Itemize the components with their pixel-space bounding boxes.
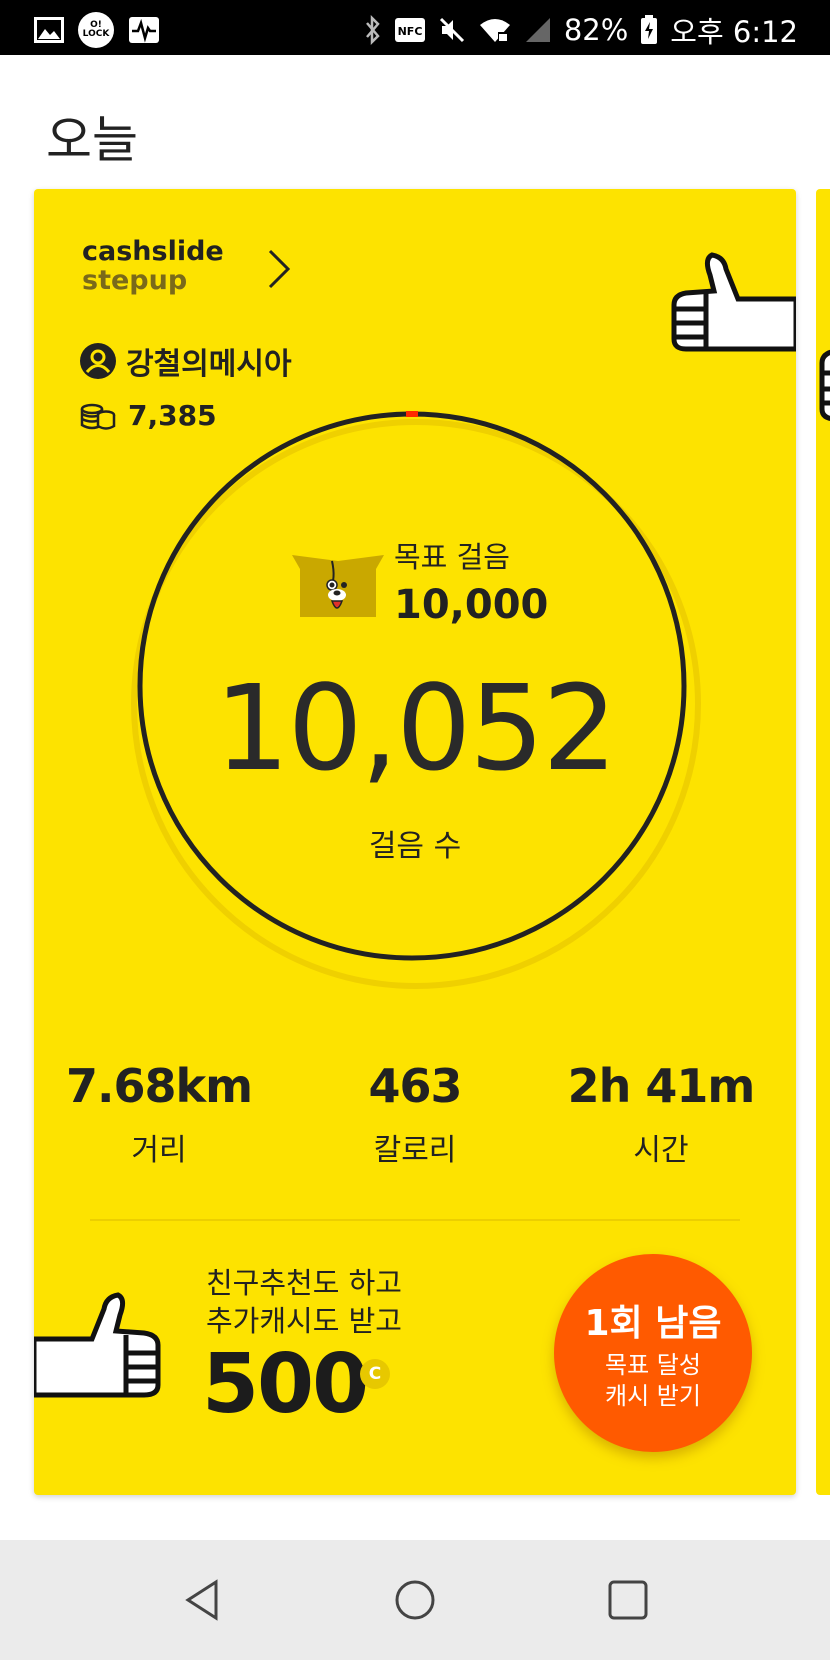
stat-label: 시간 [633, 1133, 689, 1168]
reward-line2: 캐시 받기 [605, 1382, 701, 1410]
goal-value: 10,000 [394, 582, 549, 628]
user-avatar-icon [80, 343, 116, 379]
wifi-icon [478, 16, 512, 44]
navigation-bar [0, 1540, 830, 1660]
goal-label: 목표 걸음 [394, 540, 510, 574]
thumbs-up-icon [34, 1292, 161, 1398]
stat-label: 거리 [131, 1133, 187, 1168]
back-triangle-icon [185, 1579, 218, 1621]
promo-text[interactable]: 친구추천도 하고 추가캐시도 받고 [206, 1264, 402, 1340]
claim-reward-button[interactable]: 1회 남음 목표 달성 캐시 받기 [554, 1254, 752, 1452]
home-button[interactable] [385, 1570, 445, 1630]
stat-distance: 7.68km 거리 [34, 1059, 284, 1169]
olock-icon: O! LOCK [78, 12, 114, 48]
mute-icon [438, 16, 466, 44]
page-title: 오늘 [46, 111, 138, 169]
reward-line1: 목표 달성 [605, 1351, 701, 1379]
promo-line2: 추가캐시도 받고 [206, 1304, 402, 1338]
thumbs-up-icon [671, 252, 796, 352]
svg-text:NFC: NFC [397, 25, 422, 38]
coins-icon [80, 403, 116, 430]
battery-icon [640, 15, 658, 45]
home-circle-icon [395, 1580, 435, 1620]
brand-logo[interactable]: cashslide stepup [82, 237, 224, 295]
dog-mascot-icon [292, 555, 384, 617]
brand-line2: stepup [82, 265, 188, 296]
stat-value: 463 [368, 1059, 462, 1113]
stat-value: 7.68km [65, 1059, 253, 1113]
clock: 오후 6:12 [670, 15, 798, 49]
user-name: 강철의메시아 [126, 347, 292, 382]
brand-line1: cashslide [82, 236, 224, 267]
status-bar: O! LOCK NFC 82% 오후 6:12 [0, 0, 830, 55]
back-button[interactable] [172, 1570, 232, 1630]
reward-remaining: 1회 남음 [584, 1303, 722, 1344]
promo-line1: 친구추천도 하고 [206, 1266, 402, 1300]
activity-icon [128, 16, 160, 44]
user-row: 강철의메시아 [80, 339, 292, 383]
nfc-icon: NFC [394, 17, 426, 43]
thumbs-up-icon [819, 349, 830, 421]
divider [90, 1219, 740, 1221]
stat-time: 2h 41m 시간 [536, 1059, 786, 1169]
chevron-right-icon[interactable] [264, 247, 294, 291]
cash-coin-icon: C [360, 1359, 390, 1389]
recents-square-icon [608, 1580, 648, 1620]
step-count-label: 걸음 수 [368, 829, 462, 864]
stat-value: 2h 41m [567, 1059, 756, 1113]
battery-percent: 82% [563, 13, 629, 47]
gallery-icon [34, 17, 64, 43]
recents-button[interactable] [598, 1570, 658, 1630]
stat-label: 칼로리 [373, 1133, 457, 1168]
next-card-peek[interactable] [816, 189, 830, 1495]
promo-amount[interactable]: 500 [202, 1337, 369, 1432]
signal-icon [524, 16, 552, 44]
bluetooth-icon [364, 15, 382, 45]
stepup-card[interactable]: cashslide stepup 강철의메시아 7,385 목표 걸음 10,0… [34, 189, 796, 1495]
progress-marker [406, 411, 418, 417]
goal-block: 목표 걸음 10,000 [394, 534, 548, 628]
stat-calories: 463 칼로리 [290, 1059, 540, 1169]
step-count: 10,052 [214, 659, 618, 797]
